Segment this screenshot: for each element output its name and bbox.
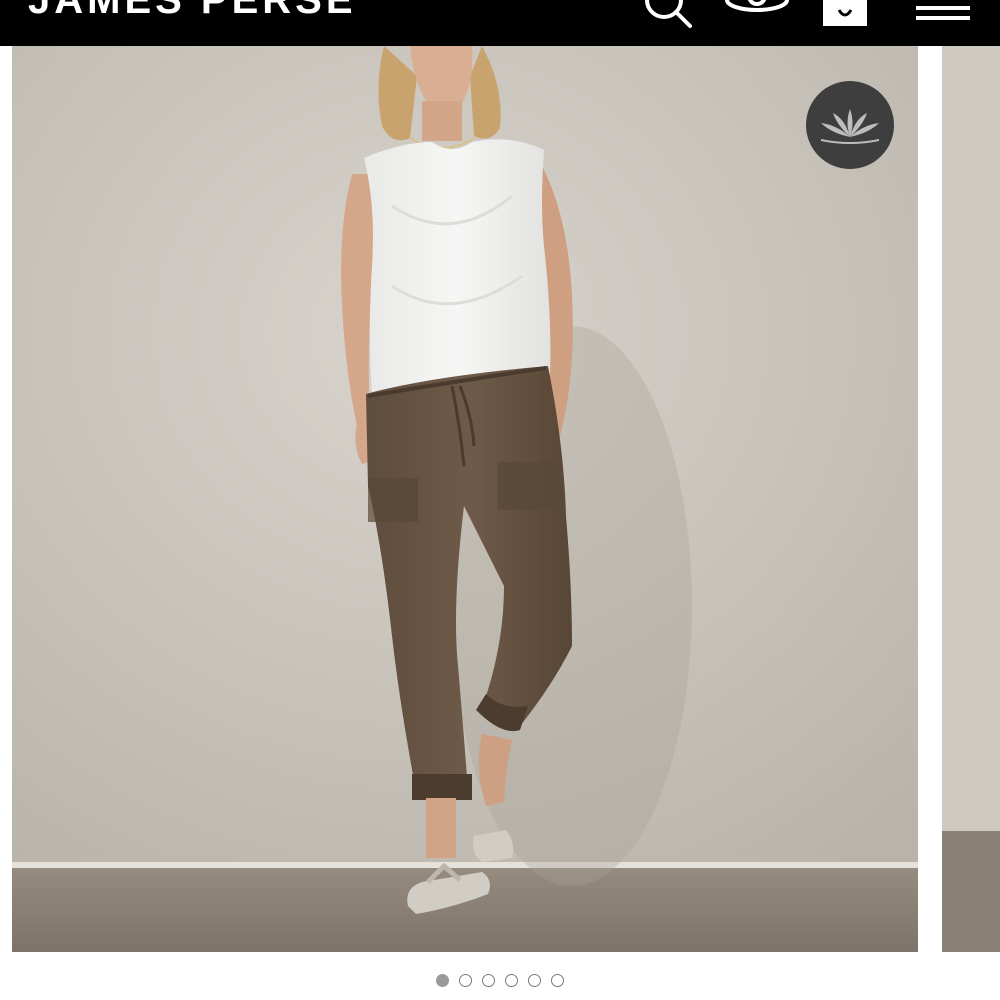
next-product-image-peek[interactable] (942, 46, 1000, 952)
menu-icon[interactable] (912, 0, 972, 40)
carousel-dot-5[interactable] (528, 974, 541, 987)
site-header: JAMES PERSE (0, 0, 1000, 46)
account-icon[interactable] (722, 0, 792, 30)
lotus-icon (821, 109, 879, 144)
carousel-dot-3[interactable] (482, 974, 495, 987)
product-image-slide[interactable] (12, 46, 918, 952)
carousel-dot-4[interactable] (505, 974, 518, 987)
carousel-pagination (0, 974, 1000, 994)
search-icon[interactable] (638, 0, 698, 40)
next-slide-floor (942, 831, 1000, 952)
product-photo (12, 46, 918, 952)
carousel-dot-2[interactable] (459, 974, 472, 987)
carousel-dot-6[interactable] (551, 974, 564, 987)
brand-logo[interactable]: JAMES PERSE (28, 0, 357, 20)
lotus-badge[interactable] (806, 81, 894, 169)
carousel-dot-1[interactable] (436, 974, 449, 987)
shopping-bag-icon[interactable] (820, 0, 870, 30)
